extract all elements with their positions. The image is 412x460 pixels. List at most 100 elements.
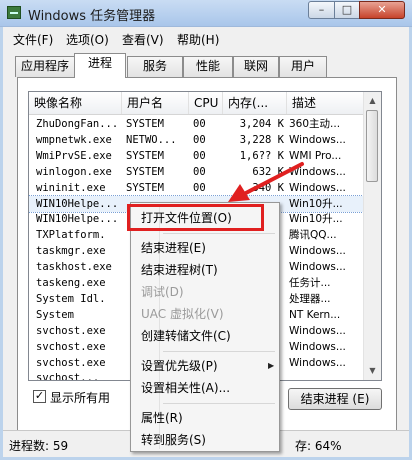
table-cell: Windows... (289, 261, 346, 274)
table-cell: Win10升... (289, 197, 343, 210)
table-cell: svchost.exe (36, 340, 106, 353)
scroll-up-icon[interactable]: ▲ (365, 93, 380, 109)
menu-set-priority[interactable]: 设置优先级(P) (141, 357, 218, 375)
task-manager-icon (7, 6, 21, 19)
tab-applications[interactable]: 应用程序 (15, 56, 75, 77)
table-cell: Windows... (289, 181, 346, 194)
highlight-box (127, 204, 264, 231)
table-cell: ZhuDongFan... (36, 118, 119, 130)
menu-separator (163, 403, 275, 404)
menu-help[interactable]: 帮助(H) (177, 31, 219, 48)
table-cell: 00 (193, 149, 206, 162)
table-cell: TXPlatform. (36, 229, 106, 242)
table-cell: winlogon.exe (36, 165, 112, 178)
table-cell (289, 370, 365, 380)
table-cell: svchost... (36, 372, 100, 381)
menu-file[interactable]: 文件(F) (13, 31, 53, 48)
table-cell: System Idl. (36, 292, 106, 305)
column-image-name[interactable]: 映像名称 (29, 92, 122, 114)
table-cell: 3,228 K (239, 133, 284, 146)
table-cell: Windows... (289, 356, 346, 369)
table-cell: WmiPrvSE.exe (36, 149, 112, 162)
menu-properties[interactable]: 属性(R) (141, 409, 183, 427)
table-cell: 632 K (252, 165, 284, 178)
memory-usage: 存: 64% (295, 439, 342, 453)
column-description[interactable]: 描述 (287, 92, 365, 114)
menu-go-to-service[interactable]: 转到服务(S) (141, 431, 206, 449)
table-cell: taskeng.exe (36, 277, 106, 289)
list-header: 映像名称 用户名 CPU 内存(... 描述 (29, 92, 365, 115)
table-cell: Windows... (289, 133, 346, 146)
table-cell: Windows... (289, 324, 346, 337)
menu-set-affinity[interactable]: 设置相关性(A)... (141, 379, 230, 397)
table-cell: System (36, 308, 74, 321)
context-menu: 打开文件位置(O) 结束进程(E) 结束进程树(T) 调试(D) UAC 虚拟化… (130, 202, 280, 452)
table-cell: Windows... (289, 245, 346, 258)
scroll-down-icon[interactable]: ▼ (365, 363, 380, 379)
table-cell: wininit.exe (36, 181, 106, 194)
menu-separator (163, 233, 275, 234)
menu-debug: 调试(D) (141, 285, 184, 299)
column-user-name[interactable]: 用户名 (122, 92, 189, 114)
table-cell: Windows... (289, 165, 346, 178)
menu-end-process[interactable]: 结束进程(E) (141, 239, 206, 257)
tab-processes[interactable]: 进程 (74, 53, 126, 78)
table-cell: 340 K (252, 181, 284, 194)
column-cpu[interactable]: CPU (189, 92, 223, 114)
menu-view[interactable]: 查看(V) (122, 31, 164, 48)
table-cell: 1,6?? K (239, 149, 284, 162)
menu-create-dump-file[interactable]: 创建转储文件(C) (141, 327, 231, 345)
tab-performance[interactable]: 性能 (183, 56, 233, 77)
table-cell: taskhost.exe (36, 261, 112, 274)
vertical-scrollbar[interactable]: ▲ ▼ (363, 92, 381, 380)
menu-options[interactable]: 选项(O) (66, 31, 109, 48)
close-button[interactable]: ✕ (359, 1, 405, 19)
end-process-button[interactable]: 结束进程 (E) (288, 388, 382, 410)
table-cell: WIN10Helpe... (36, 197, 119, 210)
table-cell: Windows... (289, 340, 346, 353)
show-all-processes-label: 显示所有用 (50, 391, 111, 405)
scroll-thumb[interactable] (366, 110, 378, 182)
table-cell: SYSTEM (126, 181, 164, 194)
table-cell: WMI Pro... (289, 149, 342, 162)
show-all-processes-checkbox[interactable]: ✓ (33, 390, 46, 403)
table-row[interactable]: WmiPrvSE.exe SYSTEM 00 1,6?? K WMI Pro... (29, 148, 365, 164)
tab-users[interactable]: 用户 (279, 56, 327, 77)
table-cell: NT Kern... (289, 308, 341, 321)
tab-services[interactable]: 服务 (127, 56, 183, 77)
table-cell: SYSTEM (126, 118, 164, 130)
maximize-button[interactable]: □ (334, 1, 360, 19)
table-cell: SYSTEM (126, 165, 164, 178)
table-cell: 处理器... (289, 292, 331, 305)
submenu-arrow-icon: ▶ (268, 361, 275, 370)
table-cell: SYSTEM (126, 149, 164, 162)
table-cell: 360主动... (289, 118, 341, 130)
menu-end-process-tree[interactable]: 结束进程树(T) (141, 261, 218, 279)
table-cell: 任务计... (289, 277, 331, 289)
table-cell: 00 (193, 165, 206, 178)
minimize-button[interactable]: – (308, 1, 335, 19)
table-cell: 00 (193, 133, 206, 146)
column-memory[interactable]: 内存(... (223, 92, 287, 114)
tab-networking[interactable]: 联网 (233, 56, 279, 77)
menu-separator (163, 351, 275, 352)
table-cell: Win10升... (289, 213, 343, 226)
table-row[interactable]: winlogon.exe SYSTEM 00 632 K Windows... (29, 164, 365, 180)
table-cell: WIN10Helpe... (36, 213, 119, 226)
table-cell: 腾讯QQ... (289, 229, 337, 242)
table-cell: svchost.exe (36, 324, 106, 337)
table-cell: 00 (193, 118, 206, 130)
window-title: Windows 任务管理器 (28, 9, 156, 24)
table-cell: svchost.exe (36, 356, 106, 369)
process-count: 进程数: 59 (9, 439, 69, 453)
table-cell: wmpnetwk.exe (36, 133, 112, 146)
menu-uac-virtualization: UAC 虚拟化(V) (141, 307, 224, 321)
table-row[interactable]: wmpnetwk.exe NETWO... 00 3,228 K Windows... (29, 132, 365, 148)
table-row[interactable]: wininit.exe SYSTEM 00 340 K Windows... (29, 180, 365, 196)
table-row[interactable]: ZhuDongFan... SYSTEM 00 3,204 K 360主动... (29, 116, 365, 132)
table-cell: 00 (193, 181, 206, 194)
table-cell: 3,204 K (239, 118, 284, 130)
table-cell: NETWO... (126, 133, 177, 146)
title-bar: Windows 任务管理器 – □ ✕ (0, 0, 412, 27)
menu-bar: 文件(F) 选项(O) 查看(V) 帮助(H) (3, 27, 409, 49)
